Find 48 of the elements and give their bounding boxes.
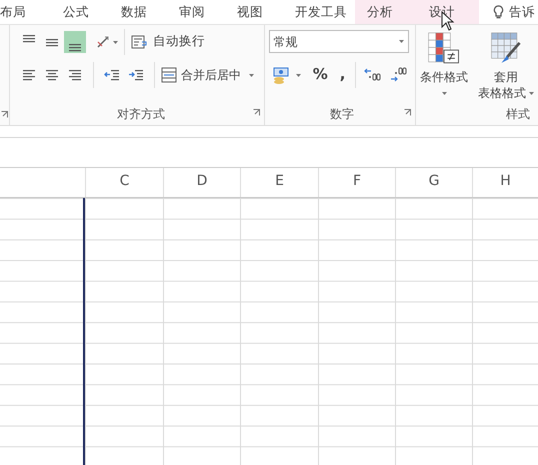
caret-icon	[442, 92, 446, 96]
decrease-decimal-icon[interactable]	[390, 66, 408, 82]
ribbon-tab[interactable]: 布局	[0, 0, 39, 24]
dialog-launcher-icon[interactable]	[0, 110, 8, 118]
column-header[interactable]: C	[85, 168, 163, 197]
align-bottom-icon[interactable]	[64, 30, 86, 52]
ribbon-tab[interactable]: 视图	[213, 0, 271, 24]
ribbon-tab[interactable]: 数据	[97, 0, 155, 24]
wrap-text-icon	[130, 34, 149, 50]
column-header[interactable]: E	[240, 168, 318, 197]
increase-indent-icon[interactable]	[128, 68, 144, 82]
tell-me-field[interactable]: 告诉	[479, 0, 538, 24]
lightbulb-icon	[493, 4, 504, 20]
column-header[interactable]: H	[472, 168, 538, 197]
align-left-icon[interactable]	[22, 68, 36, 82]
ribbon-tab[interactable]: 审阅	[155, 0, 213, 24]
merge-center-button[interactable]: 合并后居中	[160, 64, 254, 86]
caret-icon	[248, 74, 254, 77]
group-label: 对齐方式	[116, 106, 165, 123]
ribbon-tab[interactable]: 公式	[39, 0, 97, 24]
ribbon-tab[interactable]: 开发工具	[271, 0, 355, 24]
caret-icon	[112, 40, 118, 44]
column-header[interactable]: F	[318, 168, 395, 197]
comma-button[interactable]: ,	[340, 64, 346, 86]
wrap-text-button[interactable]: 自动换行	[130, 30, 205, 52]
column-header[interactable]: G	[395, 168, 472, 197]
group-label: 数字	[330, 106, 354, 123]
caret-icon	[529, 92, 534, 96]
dialog-launcher-icon[interactable]	[404, 109, 411, 116]
merge-cells-icon	[160, 66, 177, 82]
number-format-dropdown[interactable]: 常规	[268, 30, 409, 53]
increase-decimal-icon[interactable]	[364, 66, 382, 82]
align-right-icon[interactable]	[68, 68, 82, 82]
group-label: 样式	[506, 106, 530, 123]
column-header[interactable]: D	[163, 168, 240, 197]
table-brush-icon	[489, 32, 523, 65]
angled-text-icon	[96, 36, 109, 48]
align-center-icon[interactable]	[45, 68, 60, 82]
conditional-format-button[interactable]: 条件格式	[416, 30, 472, 103]
dialog-launcher-icon[interactable]	[252, 109, 260, 116]
caret-icon	[398, 40, 404, 43]
caret-icon	[296, 74, 301, 77]
decrease-indent-icon[interactable]	[104, 68, 120, 82]
currency-icon	[272, 66, 291, 84]
ribbon-tab[interactable]: 分析	[355, 0, 417, 24]
percent-button[interactable]: %	[312, 64, 328, 86]
table-format-button[interactable]: 套用 表格格式	[474, 30, 538, 103]
conditional-format-icon	[426, 32, 462, 65]
